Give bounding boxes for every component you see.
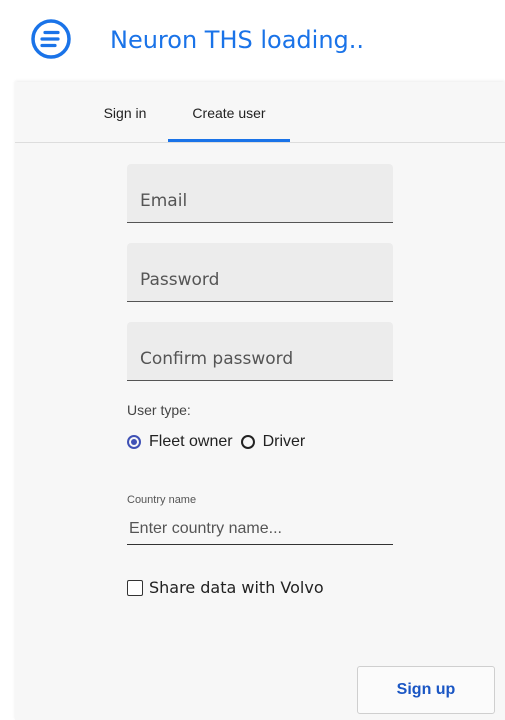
app-title: Neuron THS loading.. (110, 26, 365, 54)
email-input[interactable] (138, 186, 387, 216)
password-input[interactable] (138, 265, 387, 295)
auth-card: Sign in Create user User type: Fleet own… (15, 82, 505, 720)
user-type-label: User type: (127, 402, 191, 418)
radio-driver-label[interactable]: Driver (263, 433, 306, 451)
country-name-input[interactable] (127, 516, 397, 542)
share-data-label[interactable]: Share data with Volvo (149, 578, 324, 597)
page: Neuron THS loading.. Sign in Create user… (0, 0, 505, 720)
sign-up-button[interactable]: Sign up (357, 666, 495, 714)
share-data-checkbox[interactable] (127, 579, 143, 596)
header: Neuron THS loading.. (0, 0, 505, 82)
user-type-radio-group: Fleet owner Driver (127, 430, 313, 454)
password-field[interactable] (127, 243, 393, 302)
radio-driver[interactable] (240, 435, 255, 449)
radio-fleet-owner[interactable] (127, 435, 141, 449)
menu-lines-icon[interactable] (30, 18, 72, 60)
share-data-row: Share data with Volvo (127, 578, 324, 597)
confirm-password-input[interactable] (138, 344, 387, 374)
active-tab-indicator (168, 139, 290, 142)
country-name-label: Country name (127, 494, 197, 506)
country-name-field[interactable] (127, 512, 397, 545)
tab-create-user[interactable]: Create user (168, 82, 290, 142)
auth-tabs: Sign in Create user (15, 82, 505, 143)
tab-sign-in[interactable]: Sign in (94, 82, 156, 142)
confirm-password-field[interactable] (127, 322, 393, 381)
radio-fleet-owner-label[interactable]: Fleet owner (149, 433, 233, 451)
email-field[interactable] (127, 164, 393, 223)
